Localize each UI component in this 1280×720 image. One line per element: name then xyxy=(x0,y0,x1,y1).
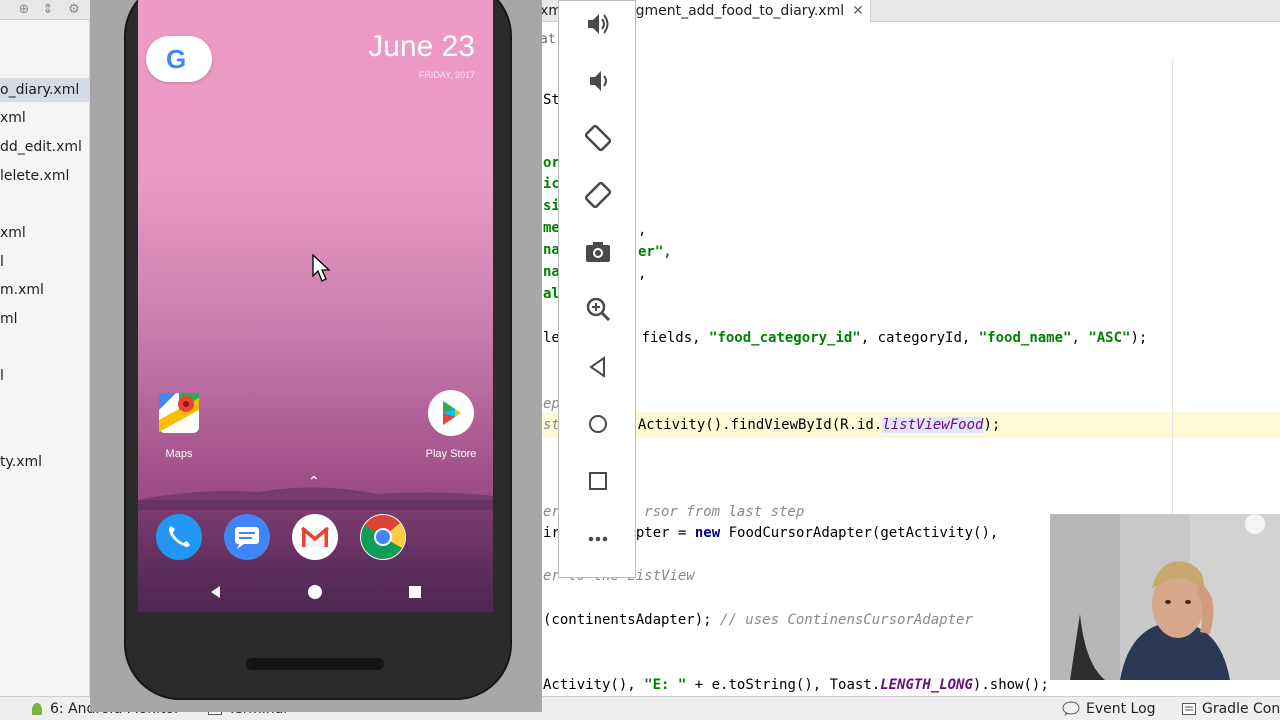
camera-icon[interactable] xyxy=(583,237,613,267)
code-comment: // uses ContinensCursorAdapter xyxy=(720,612,973,628)
code-keyword: new xyxy=(694,525,721,541)
code-token: , xyxy=(1071,330,1089,346)
volume-up-icon[interactable] xyxy=(583,9,613,39)
google-search-widget[interactable]: G xyxy=(146,36,212,82)
project-file[interactable]: xml xyxy=(0,221,90,245)
gradle-console-tool[interactable]: Gradle Cons xyxy=(1182,697,1280,720)
project-file[interactable]: m.xml xyxy=(0,278,90,302)
nav-home-icon[interactable] xyxy=(307,584,323,600)
play-store-icon[interactable] xyxy=(428,390,474,436)
home-icon[interactable] xyxy=(583,409,613,439)
phone-icon[interactable] xyxy=(156,514,202,560)
gear-icon[interactable]: ⚙ xyxy=(66,2,82,18)
overview-icon[interactable] xyxy=(583,466,613,496)
code-token: (continentsAdapter); xyxy=(543,612,721,628)
zoom-icon[interactable] xyxy=(583,294,613,324)
project-file[interactable]: ml xyxy=(0,307,90,331)
code-string: "food_category_id" xyxy=(709,330,861,346)
webcam-overlay xyxy=(1050,514,1280,680)
play-triangle-icon xyxy=(443,401,461,425)
code-fragment: , xyxy=(638,222,647,238)
project-file[interactable]: o_diary.xml xyxy=(0,78,90,102)
project-file[interactable]: dd_edit.xml xyxy=(0,135,90,159)
chat-bubble-icon xyxy=(235,527,259,549)
phone-speaker xyxy=(246,658,384,670)
google-g-icon: G xyxy=(166,44,187,74)
code-string: "E: " xyxy=(644,677,687,693)
right-margin-guide xyxy=(1172,58,1173,518)
code-line-toast: Activity(), "E: " + e.toString(), Toast.… xyxy=(543,675,1049,695)
speech-bubble-icon xyxy=(1062,701,1080,716)
project-file[interactable]: lelete.xml xyxy=(0,164,90,188)
close-icon[interactable]: ✕ xyxy=(852,3,864,19)
tab-label: agment_add_food_to_diary.xml xyxy=(627,3,845,19)
code-string: "ASC" xyxy=(1088,330,1131,346)
project-file[interactable]: xml xyxy=(0,106,90,130)
code-token: FoodCursorAdapter(getActivity(), xyxy=(720,525,1007,541)
play-store-label: Play Store xyxy=(425,448,477,460)
maps-icon-graphic xyxy=(159,393,199,433)
chrome-logo-icon xyxy=(361,515,406,559)
rotate-right-icon[interactable] xyxy=(583,180,613,210)
desktop: ⊕ ⇕ ⚙ o_diary.xml xml dd_edit.xml lelete… xyxy=(0,0,1280,720)
gmail-icon[interactable] xyxy=(292,514,338,560)
code-token: Activity().findViewById(R.id. xyxy=(637,417,883,433)
nav-overview-icon[interactable] xyxy=(407,584,423,600)
collapse-icon[interactable]: ⇕ xyxy=(40,2,56,18)
day-of-week: FRIDAY, 2017 xyxy=(418,70,475,80)
android-icon xyxy=(32,703,42,715)
event-log-tool[interactable]: Event Log xyxy=(1062,697,1156,720)
code-token: pter = xyxy=(635,525,695,541)
messages-icon[interactable] xyxy=(224,514,270,560)
project-file[interactable]: l xyxy=(0,364,90,388)
project-toolbar: ⊕ ⇕ ⚙ xyxy=(0,0,90,20)
code-token: ); xyxy=(983,417,1001,433)
volume-down-icon[interactable] xyxy=(583,66,613,96)
code-fragment: er", xyxy=(638,244,672,260)
project-file[interactable]: l xyxy=(0,250,90,274)
emulator-toolbar xyxy=(558,0,636,578)
code-token: , categoryId, xyxy=(860,330,979,346)
code-token: Activity(), xyxy=(543,677,645,693)
breadcrumb: at xyxy=(540,32,556,47)
phone-handset-icon xyxy=(169,526,190,547)
code-token: + e.toString(), Toast. xyxy=(686,677,881,693)
more-icon[interactable] xyxy=(583,524,613,554)
code-string: "food_name" xyxy=(978,330,1072,346)
code-token: ); xyxy=(1130,330,1148,346)
code-token: ).show(); xyxy=(972,677,1049,693)
code-field: LENGTH_LONG xyxy=(880,677,973,693)
project-file[interactable]: ty.xml xyxy=(0,450,90,474)
code-token: , fields, xyxy=(624,330,710,346)
code-fragment: , xyxy=(638,266,647,282)
android-home-screen[interactable]: G June 23 FRIDAY, 2017 Maps Play Store ⌃ xyxy=(138,0,493,612)
presenter-video-image xyxy=(1050,514,1280,680)
mouse-cursor-icon xyxy=(312,254,331,282)
tab-fragment-add-food-to-diary[interactable]: agment_add_food_to_diary.xml ✕ xyxy=(620,0,871,22)
project-panel: ⊕ ⇕ ⚙ o_diary.xml xml dd_edit.xml lelete… xyxy=(0,0,90,696)
envelope-icon xyxy=(300,526,330,547)
maps-label: Maps xyxy=(165,448,193,460)
gradle-console-label: Gradle Cons xyxy=(1202,701,1280,717)
app-drawer-arrow-icon[interactable]: ⌃ xyxy=(308,474,320,490)
rotate-left-icon[interactable] xyxy=(583,123,613,153)
sync-icon[interactable]: ⊕ xyxy=(16,2,32,18)
chrome-icon[interactable] xyxy=(360,514,406,560)
code-line-set-adapter: (continentsAdapter); // uses ContinensCu… xyxy=(543,610,973,630)
nav-back-icon[interactable] xyxy=(208,584,224,600)
event-log-label: Event Log xyxy=(1086,701,1156,717)
maps-icon[interactable] xyxy=(156,390,202,436)
date-widget[interactable]: June 23 xyxy=(368,30,475,64)
editor-tab-bar: xm agment_add_food_to_diary.xml ✕ xyxy=(540,0,1280,22)
code-field: listViewFood xyxy=(882,417,984,433)
console-icon xyxy=(1182,703,1196,715)
back-icon[interactable] xyxy=(583,352,613,382)
